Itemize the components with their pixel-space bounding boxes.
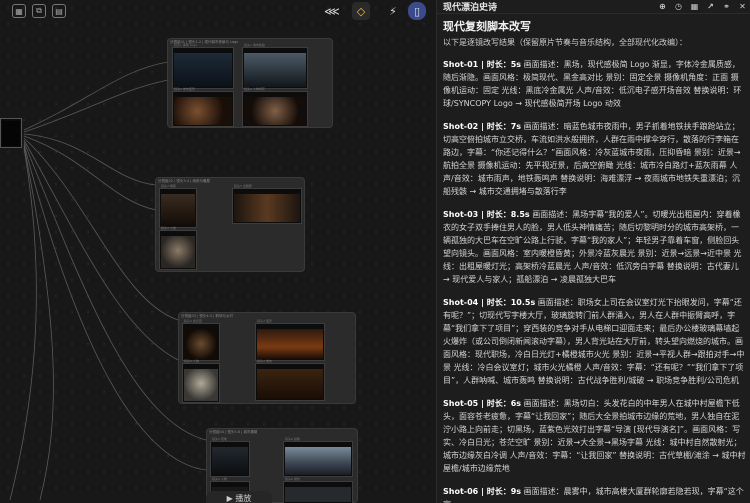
shot-thumbnail[interactable]: 镜头2 城市夜景	[172, 87, 234, 127]
panel-header: 现代漂泊史诗 ⊕ ◷ ▦ ↗ ⚭ ✕	[437, 0, 750, 14]
link-icon[interactable]: ⚭	[721, 1, 732, 12]
shot-thumbnail[interactable]: 镜头4 夜景	[255, 319, 325, 361]
storyboard-canvas[interactable]: ▦ ⧉ ▤ ⋘ ◇ ⚡ ▯ 分镜组01 | 镜头1-2 | 现代城市夜景与 Lo…	[0, 0, 436, 503]
shot-thumbnail[interactable]: 镜头3 人物	[159, 226, 197, 270]
clock-icon[interactable]: ◷	[673, 1, 684, 12]
shot-thumbnail[interactable]: 镜头4 人物	[182, 359, 220, 403]
shot-thumbnail[interactable]: 镜头4 会议室	[182, 319, 220, 361]
storyboard-group-1[interactable]: 分镜组01 | 镜头1-2 | 现代城市夜景与 Logo 镜头1 黑场 Logo…	[167, 38, 333, 128]
shot-entry: Shot-05 | 时长：6s 画面描述：黑场切白：头发花白的中年男人在城中村屋…	[443, 399, 746, 473]
share-icon[interactable]: ↗	[705, 1, 716, 12]
plus-icon[interactable]: ⊕	[657, 1, 668, 12]
group-label: 分镜组04 | 镜头5-6 | 城市晨曦	[209, 430, 258, 434]
shot-thumbnail[interactable]: 镜头6 城市	[283, 477, 353, 503]
shot-entry: Shot-01 | 时长：5s 画面描述：黑场，现代感极简 Logo 渐显，字体…	[443, 60, 742, 108]
storyboard-group-3[interactable]: 分镜组03 | 镜头4-5 | 职场与乡村 镜头4 会议室 镜头4 夜景 镜头4…	[178, 312, 356, 404]
shot-entry: Shot-04 | 时长：10.5s 画面描述：职场女上司在会议室灯光下抬眼发问…	[443, 298, 745, 385]
shot-entry: Shot-03 | 时长：8.5s 画面描述：黑场字幕“我的爱人”。切暖光出租屋…	[443, 210, 742, 284]
script-intro: 以下是逐镜改写结果（保留原片节奏与音乐结构，全部现代化改编）：	[443, 38, 687, 47]
script-content: 现代复刻脚本改写 以下是逐镜改写结果（保留原片节奏与音乐结构，全部现代化改编）：…	[443, 18, 746, 503]
storyboard-group-2[interactable]: 分镜组02 | 镜头3-4 | 雨夜与暖屋 镜头3 暗巷 镜头3 出租屋 镜头3…	[155, 177, 305, 272]
shot-thumbnail[interactable]: 镜头2 人物特写	[242, 87, 308, 127]
shot-thumbnail[interactable]: 镜头1 城市航拍	[242, 43, 308, 89]
shot-entry: Shot-06 | 时长：9s 画面描述：晨雾中，城市高楼大厦群轮廓若隐若现，字…	[443, 487, 744, 503]
shot-thumbnail[interactable]: 镜头3 暗巷	[159, 184, 197, 228]
source-node[interactable]	[0, 118, 22, 148]
script-heading: 现代复刻脚本改写	[443, 20, 531, 33]
shot-thumbnail[interactable]: 镜头5 荒地	[210, 437, 250, 477]
shot-thumbnail[interactable]: 镜头1 黑场 Logo	[172, 43, 234, 89]
close-icon[interactable]: ✕	[737, 1, 748, 12]
grid-icon[interactable]: ▦	[689, 1, 700, 12]
script-panel: 现代漂泊史诗 ⊕ ◷ ▦ ↗ ⚭ ✕ 现代复刻脚本改写 以下是逐镜改写结果（保留…	[436, 0, 750, 503]
shot-entry: Shot-02 | 时长：7s 画面描述：暗蓝色城市夜雨中，男子抓着地铁扶手踉跄…	[443, 122, 741, 196]
play-control[interactable]: ▶ 播放	[206, 491, 272, 503]
app-window: ▦ ⧉ ▤ ⋘ ◇ ⚡ ▯ 分镜组01 | 镜头1-2 | 现代城市夜景与 Lo…	[0, 0, 750, 503]
shot-thumbnail[interactable]: 镜头3 出租屋	[232, 184, 302, 224]
shot-thumbnail[interactable]: 镜头6 晨曦	[283, 437, 353, 477]
panel-title: 现代漂泊史诗	[443, 3, 498, 13]
shot-thumbnail[interactable]: 镜头4 城市	[255, 359, 325, 401]
